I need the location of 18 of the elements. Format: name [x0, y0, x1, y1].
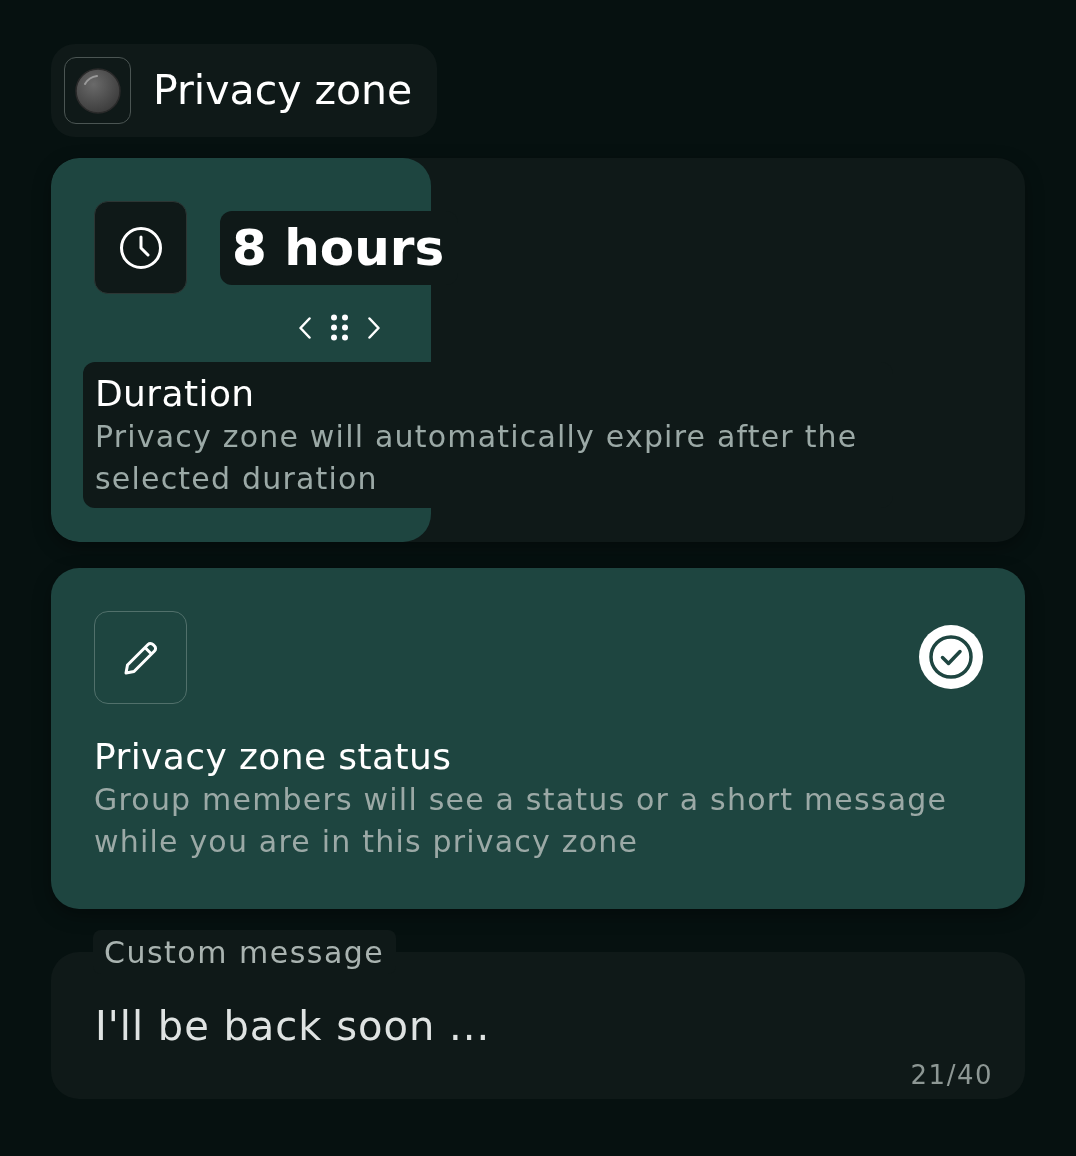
- character-counter: 21/40: [910, 1060, 993, 1090]
- message-input[interactable]: I'll be back soon ...: [95, 998, 993, 1054]
- check-circle-icon[interactable]: [919, 625, 983, 689]
- chevron-right-icon: [367, 316, 380, 339]
- dark-ball-icon: [74, 67, 121, 114]
- custom-message-field[interactable]: Custom message I'll be back soon ... 21/40: [51, 930, 1025, 1099]
- clock-icon: [118, 225, 163, 270]
- next-button[interactable]: [367, 316, 380, 339]
- page-title: Privacy zone: [153, 70, 413, 111]
- duration-card[interactable]: 8 hours Duration Privacy zone will automatically expire after the selected duration: [51, 158, 1025, 542]
- duration-description: Privacy zone will automatically expire after the selected duration: [95, 418, 859, 498]
- status-description: Group members will see a status or a short message while you are in this privacy zone: [94, 781, 949, 861]
- previous-button[interactable]: [298, 316, 311, 339]
- drag-handle-icon[interactable]: [330, 314, 348, 341]
- duration-title: Duration: [95, 372, 256, 416]
- status-title: Privacy zone status: [94, 735, 453, 779]
- chevron-left-icon: [298, 316, 311, 339]
- status-card[interactable]: Privacy zone status Group members will see a status or a short message while you are in this privacy zone: [51, 568, 1025, 909]
